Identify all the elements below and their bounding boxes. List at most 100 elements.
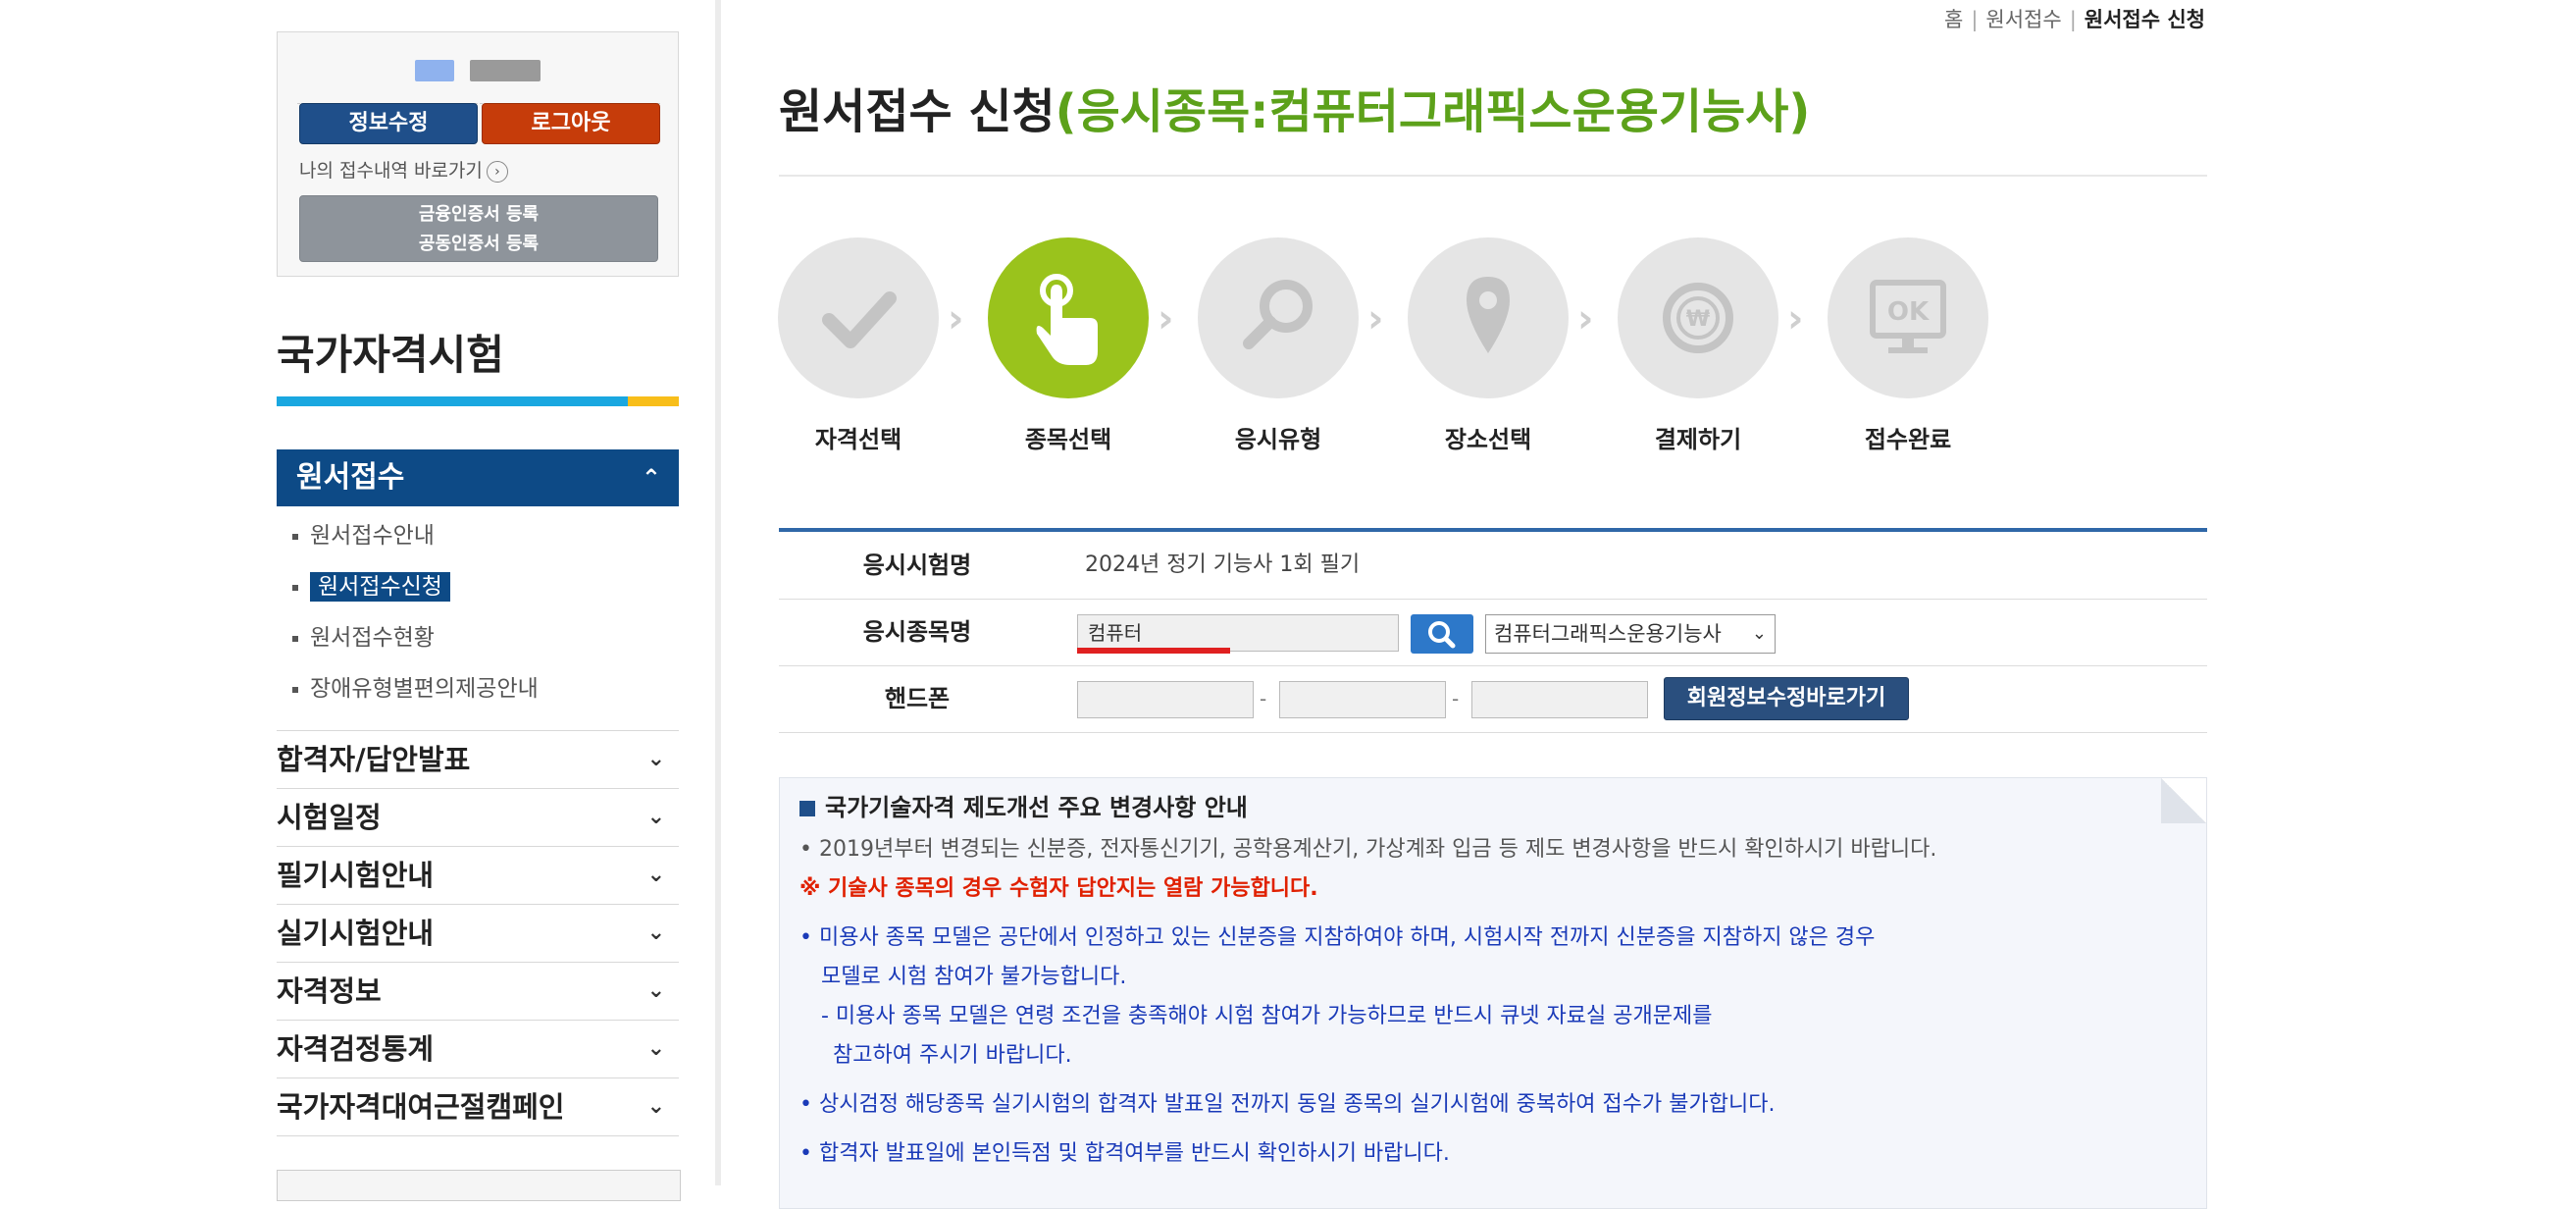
chevron-down-icon: ⌄ [646,805,665,829]
subnav-item-status[interactable]: 원서접수현황 [292,618,679,669]
subject-search-button[interactable] [1411,614,1473,654]
subnav-label: 원서접수신청 [310,572,450,602]
subject-search-input[interactable]: 컴퓨터 [1077,614,1399,652]
menu-label: 자격검정통계 [277,1032,435,1066]
user-name-blurred [470,60,541,81]
notice-line: • 상시검정 해당종목 실기시험의 합격자 발표일 전까지 동일 종목의 실기시… [799,1092,1776,1117]
step-payment: ₩ 결제하기 [1617,237,1779,454]
cert-register-button[interactable]: 금융인증서 등록 공동인증서 등록 [299,195,658,262]
step-subject: 종목선택 [987,237,1150,454]
chevron-down-icon: ⌄ [646,747,665,771]
step-location: 장소선택 [1407,237,1570,454]
menu-label: 합격자/답안발표 [277,743,471,776]
section-title-underline [277,396,628,406]
step-arrow-icon: › [1577,296,1594,342]
subject-select[interactable]: 컴퓨터그래픽스운용기능사 ⌄ [1485,614,1776,654]
chevron-down-icon: ⌄ [646,978,665,1003]
red-underline-annotation [1077,648,1230,654]
menu-item-statistics[interactable]: 자격검정통계 ⌄ [277,1020,679,1078]
joint-cert-label: 공동인증서 등록 [418,234,540,254]
row-subject: 응시종목명 컴퓨터 컴퓨터그래픽스운용기능사 ⌄ [779,599,2207,666]
page-title: 원서접수 신청(응시종목:컴퓨터그래픽스운용기능사) [779,73,1810,141]
notice-line: • 미용사 종목 모델은 공단에서 인정하고 있는 신분증을 지참하여야 하며,… [799,925,1876,950]
subnav-item-guide[interactable]: 원서접수안내 [292,516,679,567]
section-title-underline-accent [628,396,679,406]
breadcrumb-home[interactable]: 홈 [1944,8,1963,31]
menu-label: 실기시험안내 [277,917,435,950]
member-info-edit-button[interactable]: 회원정보수정바로가기 [1664,677,1909,720]
phone-part3-input[interactable] [1471,681,1648,718]
subnav-item-apply[interactable]: 원서접수신청 [292,567,679,618]
main-menu: 합격자/답안발표 ⌄ 시험일정 ⌄ 필기시험안내 ⌄ 실기시험안내 ⌄ 자격정보 ⌄ 자격… [277,730,679,1136]
my-receipt-label: 나의 접수내역 바로가기 [299,160,483,182]
my-receipt-link[interactable]: 나의 접수내역 바로가기 › [299,156,508,183]
step-label: 접수완료 [1864,426,1952,453]
menu-item-results[interactable]: 합격자/답안발표 ⌄ [277,730,679,788]
step-qualification: 자격선택 [777,237,940,454]
menu-label: 시험일정 [277,801,382,834]
menu-label: 자격정보 [277,974,382,1008]
subject-label: 응시종목명 [862,618,972,646]
notice-line: - 미용사 종목 모델은 연령 조건을 충족해야 시험 참여가 가능하므로 반드… [821,1004,1713,1028]
chevron-down-icon: ⌄ [646,920,665,945]
menu-item-campaign[interactable]: 국가자격대여근절캠페인 ⌄ [277,1078,679,1136]
subnav-item-disability[interactable]: 장애유형별편의제공안내 [292,669,679,720]
notice-title: 국가기술자격 제도개선 주요 변경사항 안내 [799,788,1248,822]
chevron-down-icon: ⌄ [646,1094,665,1119]
menu-item-practical[interactable]: 실기시험안내 ⌄ [277,904,679,962]
check-icon [778,237,939,398]
subnav-label: 원서접수안내 [310,523,435,549]
user-info [297,44,660,104]
section-title: 국가자격시험 [277,331,504,379]
ok-monitor-icon: OK [1828,237,1988,398]
step-label: 종목선택 [1024,426,1112,453]
row-phone: 핸드폰 - - 회원정보수정바로가기 [779,665,2207,733]
phone-label: 핸드폰 [884,685,951,712]
svg-text:₩: ₩ [1686,307,1710,332]
menu-item-written[interactable]: 필기시험안내 ⌄ [277,846,679,904]
title-divider [779,175,2207,177]
phone-part2-input[interactable] [1279,681,1446,718]
step-arrow-icon: › [948,296,964,342]
phone-part1-input[interactable] [1077,681,1254,718]
page-fold-corner [2161,778,2206,823]
page-title-subject: (응시종목:컴퓨터그래픽스운용기능사) [1055,84,1811,139]
breadcrumb: 홈 | 원서접수 | 원서접수 신청 [1944,8,2205,31]
bullet-icon [292,635,298,642]
login-box: 정보수정 로그아웃 나의 접수내역 바로가기 › 금융인증서 등록 공동인증서 등… [277,31,679,277]
notice-box: 국가기술자격 제도개선 주요 변경사항 안내 • 2019년부터 변경되는 신분… [779,777,2207,1209]
edit-info-button[interactable]: 정보수정 [299,103,478,144]
step-label: 응시유형 [1234,426,1322,453]
sub-nav: 원서접수안내 원서접수신청 원서접수현황 장애유형별편의제공안내 [292,516,679,720]
step-complete: OK 접수완료 [1827,237,1989,454]
menu-item-schedule[interactable]: 시험일정 ⌄ [277,788,679,846]
notice-line: • 합격자 발표일에 본인득점 및 합격여부를 반드시 확인하시기 바랍니다. [799,1141,1450,1166]
breadcrumb-current: 원서접수 신청 [2084,8,2205,31]
chevron-up-icon: ⌃ [641,464,661,492]
subject-select-value: 컴퓨터그래픽스운용기능사 [1494,622,1722,646]
phone-separator: - [1452,687,1460,710]
bullet-icon [292,533,298,540]
notice-line: • 2019년부터 변경되는 신분증, 전자통신기기, 공학용계산기, 가상계좌… [799,837,1937,862]
search-icon [1428,621,1456,649]
user-avatar-blurred [415,60,454,81]
subnav-label: 장애유형별편의제공안내 [310,676,539,702]
logout-button[interactable]: 로그아웃 [482,103,660,144]
bullet-icon [292,686,298,693]
won-coin-icon: ₩ [1618,237,1778,398]
left-sidebar: 정보수정 로그아웃 나의 접수내역 바로가기 › 금융인증서 등록 공동인증서 등… [0,0,721,1201]
pointer-hand-icon [988,237,1149,398]
svg-text:OK: OK [1887,297,1930,327]
chevron-right-icon: › [486,160,508,183]
magnifier-icon [1198,237,1359,398]
step-arrow-icon: › [1158,296,1174,342]
nav-active-menu[interactable]: 원서접수 ⌃ [277,449,679,506]
bullet-icon [292,584,298,591]
subnav-label: 원서접수현황 [310,625,435,651]
step-arrow-icon: › [1787,296,1804,342]
chevron-down-icon: ⌄ [1751,623,1767,644]
notice-icon [799,801,815,816]
menu-label: 필기시험안내 [277,859,435,892]
breadcrumb-reception[interactable]: 원서접수 [1985,8,2061,31]
menu-item-qualification-info[interactable]: 자격정보 ⌄ [277,962,679,1020]
